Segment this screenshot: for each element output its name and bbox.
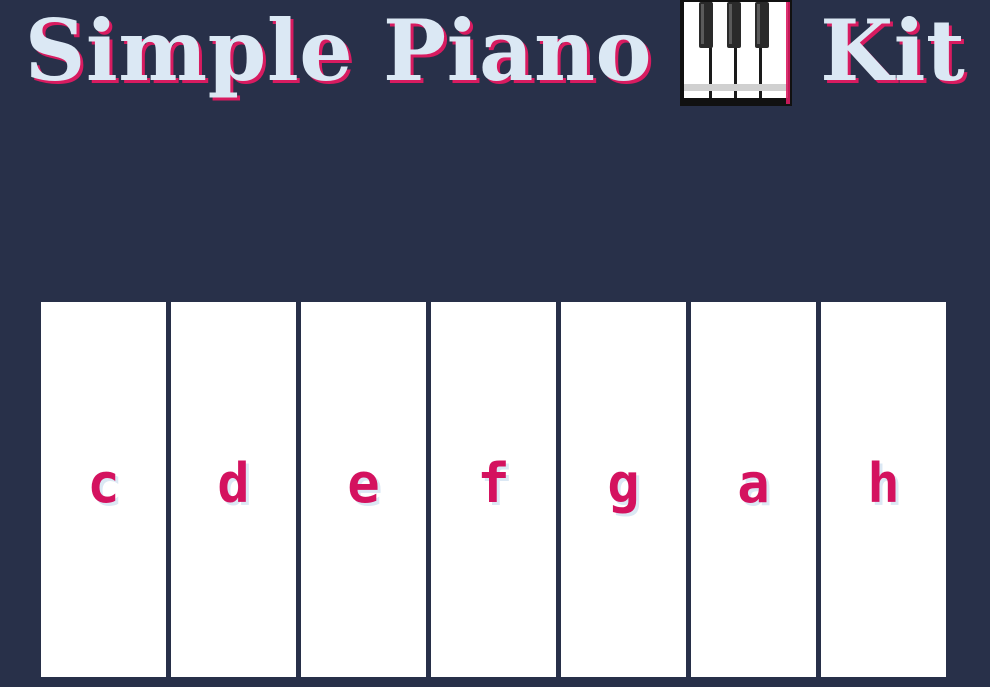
piano-key-g[interactable]: g	[561, 302, 686, 677]
piano-key-label: c	[87, 452, 120, 515]
piano-key-c[interactable]: c	[41, 302, 166, 677]
piano-key-label: a	[737, 452, 770, 515]
piano-keys-icon	[680, 0, 793, 106]
piano-key-label: e	[347, 452, 380, 515]
page-title-right: Kit	[820, 1, 966, 100]
piano-key-f[interactable]: f	[431, 302, 556, 677]
piano-key-label: h	[867, 452, 900, 515]
piano-key-label: f	[477, 452, 510, 515]
piano-key-label: d	[217, 452, 250, 515]
page-title: Simple Piano Kit	[0, 0, 990, 110]
piano-key-e[interactable]: e	[301, 302, 426, 677]
piano-key-h[interactable]: h	[821, 302, 946, 677]
piano-key-label: g	[607, 452, 640, 515]
piano-key-a[interactable]: a	[691, 302, 816, 677]
piano-keyboard: c d e f g a h	[41, 302, 946, 677]
page-title-left: Simple Piano	[24, 1, 653, 100]
piano-key-d[interactable]: d	[171, 302, 296, 677]
